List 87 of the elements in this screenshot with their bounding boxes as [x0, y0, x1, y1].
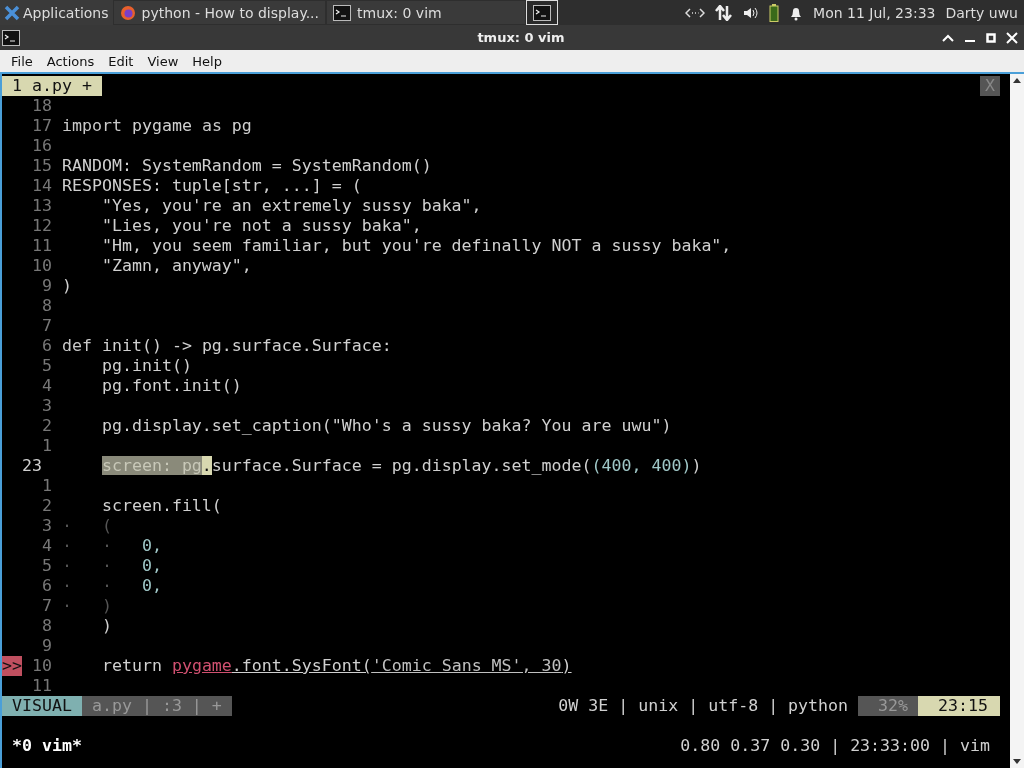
- scroll-down-icon[interactable]: [1013, 759, 1021, 765]
- taskbar-window-button[interactable]: [526, 0, 559, 25]
- code-line: ): [62, 276, 72, 296]
- error-sign: >>: [2, 656, 22, 676]
- mode-indicator: VISUAL: [2, 696, 82, 716]
- line-number: 3: [41, 396, 52, 416]
- code-line: pg.font.init(): [100, 376, 242, 396]
- line-number: 2: [41, 496, 52, 516]
- code-line: pg.display.set_caption("Who's a sussy baka? You are uwu"): [100, 416, 672, 436]
- scroll-percent: 32%: [858, 696, 919, 716]
- line-number: 15: [31, 156, 52, 176]
- code-line: "Lies, you're not a sussy baka",: [100, 216, 422, 236]
- line-number: 3: [41, 516, 52, 536]
- tmux-window[interactable]: *0 vim*: [2, 736, 82, 756]
- line-number: 2: [41, 416, 52, 436]
- code-line: screen: pg.surface.Surface = pg.display.set_mode((400, 400)): [101, 456, 702, 476]
- network-icon[interactable]: [685, 6, 706, 19]
- line-number: 6: [41, 336, 52, 356]
- browser-icon: [119, 4, 136, 21]
- line-number: 16: [31, 136, 52, 156]
- window-title: tmux: 0 vim: [476, 30, 565, 45]
- code-line: pg.init(): [100, 356, 192, 376]
- code-line: "Hm, you seem familiar, but you're definally NOT a sussy baka",: [100, 236, 732, 256]
- menu-item[interactable]: Help: [185, 53, 229, 69]
- code-line: · (: [62, 516, 112, 536]
- menu-item[interactable]: View: [140, 53, 186, 69]
- line-number: 5: [41, 356, 52, 376]
- x-logo-icon: [4, 4, 20, 21]
- terminal-icon: [533, 4, 552, 21]
- line-number: 5: [41, 556, 52, 576]
- line-number: 7: [41, 596, 52, 616]
- code-line: screen.fill(: [100, 496, 222, 516]
- terminal-icon: [333, 4, 352, 21]
- line-number: 1: [41, 476, 52, 496]
- menu-item[interactable]: Actions: [39, 53, 102, 69]
- code-line: RANDOM: SystemRandom = SystemRandom(): [62, 156, 432, 176]
- code-line: "Yes, you're an extremely sussy baka",: [100, 196, 482, 216]
- line-number: 17: [31, 116, 52, 136]
- line-number: 4: [41, 536, 52, 556]
- line-number: 10: [31, 256, 52, 276]
- line-number: 7: [41, 316, 52, 336]
- line-number: 18: [31, 96, 52, 116]
- line-number: 8: [41, 296, 52, 316]
- applications-menu[interactable]: Applications: [0, 0, 113, 25]
- code-line: ): [100, 616, 112, 636]
- vim-tab[interactable]: 1 a.py +: [2, 76, 102, 96]
- code-line: RESPONSES: tuple[str, ...] = (: [62, 176, 362, 196]
- line-number: 10: [31, 656, 52, 676]
- code-line: def init() -> pg.surface.Surface:: [62, 336, 392, 356]
- code-line: "Zamn, anyway",: [100, 256, 252, 276]
- line-number: 13: [31, 196, 52, 216]
- line-number: 1: [41, 436, 52, 456]
- scroll-up-icon[interactable]: [1013, 77, 1021, 83]
- scrollbar[interactable]: [1010, 74, 1024, 768]
- code-line: · ): [62, 596, 112, 616]
- file-format-info: 0W 3E | unix | utf-8 | python: [557, 696, 850, 716]
- terminal-icon[interactable]: [2, 29, 20, 46]
- code-line: · · 0,: [62, 536, 162, 556]
- user-name[interactable]: Darty uwu: [945, 4, 1018, 21]
- line-number: 14: [31, 176, 52, 196]
- line-number: 8: [41, 616, 52, 636]
- file-info: a.py | :3 | +: [81, 696, 232, 716]
- line-number: 11: [31, 676, 52, 696]
- code-line: import pygame as pg: [62, 116, 252, 136]
- line-number: 9: [41, 636, 52, 656]
- code-line: · · 0,: [62, 556, 162, 576]
- battery-icon[interactable]: [769, 3, 780, 22]
- code-line: return pygame.font.SysFont('Comic Sans MS', 30): [100, 656, 572, 676]
- line-number: 11: [31, 236, 52, 256]
- code-line: · · 0,: [62, 576, 162, 596]
- maximize-icon[interactable]: [986, 32, 996, 43]
- chevron-up-icon[interactable]: [942, 33, 954, 42]
- menu-item[interactable]: Edit: [101, 53, 141, 69]
- tmux-status: 0.80 0.37 0.30 | 23:33:00 | vim: [680, 736, 990, 756]
- close-icon[interactable]: [1006, 31, 1018, 44]
- line-number: 12: [31, 216, 52, 236]
- transfer-arrows-icon[interactable]: [715, 4, 734, 21]
- menu-item[interactable]: File: [4, 53, 40, 69]
- cursor-position: 23:15: [918, 696, 1000, 716]
- line-number: 9: [41, 276, 52, 296]
- clock[interactable]: Mon 11 Jul, 23:33: [813, 4, 936, 21]
- line-number: 23: [22, 456, 43, 476]
- taskbar-window-button[interactable]: python - How to display...: [112, 0, 327, 25]
- volume-icon[interactable]: [743, 5, 760, 20]
- line-number: 6: [41, 576, 52, 596]
- taskbar-window-button[interactable]: tmux: 0 vim: [326, 0, 527, 25]
- line-number: 4: [41, 376, 52, 396]
